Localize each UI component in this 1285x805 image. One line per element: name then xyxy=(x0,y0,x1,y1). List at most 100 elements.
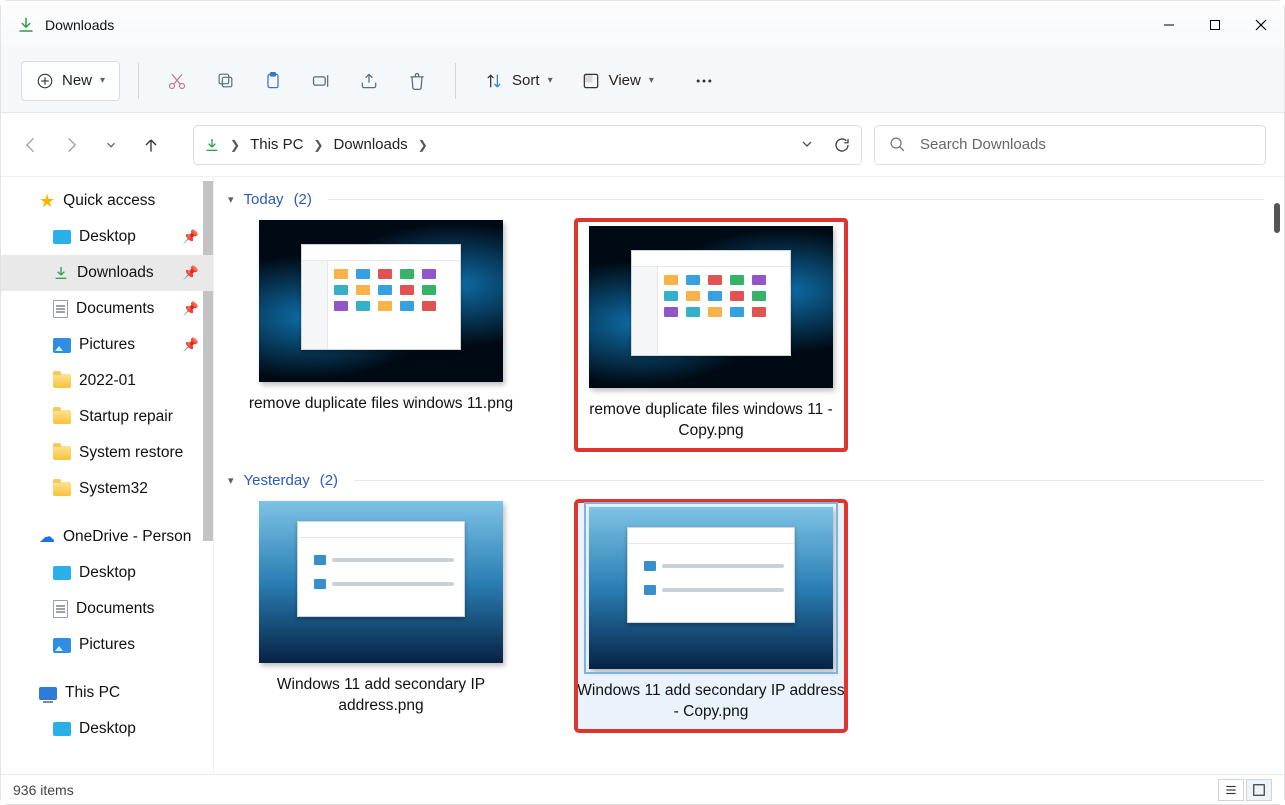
delete-button[interactable] xyxy=(397,61,437,101)
view-button[interactable]: View ▾ xyxy=(571,61,664,101)
nav-row: ❯ This PC ❯ Downloads ❯ Search Downloads xyxy=(1,113,1284,177)
search-input[interactable]: Search Downloads xyxy=(874,125,1266,165)
minimize-button[interactable] xyxy=(1146,9,1192,41)
sidebar-item-folder[interactable]: 2022-01 xyxy=(1,363,213,399)
search-icon xyxy=(889,136,906,153)
group-header-today[interactable]: ▾ Today (2) xyxy=(222,191,1284,208)
window-controls xyxy=(1146,9,1284,41)
view-icon xyxy=(581,71,601,91)
pin-icon: 📌 xyxy=(183,229,199,245)
content-scrollbar[interactable] xyxy=(1274,203,1280,233)
share-button[interactable] xyxy=(349,61,389,101)
sidebar-label: Documents xyxy=(76,300,154,318)
recent-locations-button[interactable] xyxy=(101,135,121,155)
file-item[interactable]: remove duplicate files windows 11.png xyxy=(246,220,516,450)
file-name: Windows 11 add secondary IP address - Co… xyxy=(576,681,846,723)
group-header-yesterday[interactable]: ▾ Yesterday (2) xyxy=(222,472,1284,489)
desktop-icon xyxy=(53,722,71,736)
desktop-icon xyxy=(53,566,71,580)
pin-icon: 📌 xyxy=(183,265,199,281)
sidebar-item-od-pictures[interactable]: Pictures xyxy=(1,627,213,663)
maximize-button[interactable] xyxy=(1192,9,1238,41)
sidebar-item-desktop[interactable]: Desktop📌 xyxy=(1,219,213,255)
sidebar-label: Desktop xyxy=(79,564,136,582)
refresh-button[interactable] xyxy=(833,136,851,154)
file-thumbnail xyxy=(259,501,503,663)
chevron-down-icon: ▾ xyxy=(649,75,654,86)
sidebar-label: Quick access xyxy=(63,192,155,210)
sidebar-label: Documents xyxy=(76,600,154,618)
chevron-down-icon: ▾ xyxy=(228,193,234,206)
rename-button[interactable] xyxy=(301,61,341,101)
history-dropdown[interactable] xyxy=(799,136,815,154)
sidebar-label: 2022-01 xyxy=(79,372,136,390)
ellipsis-icon xyxy=(694,71,714,91)
pin-icon: 📌 xyxy=(183,337,199,353)
file-name: remove duplicate files windows 11.png xyxy=(249,394,513,415)
file-thumbnail xyxy=(259,220,503,382)
folder-icon xyxy=(53,482,71,496)
file-item[interactable]: Windows 11 add secondary IP address - Co… xyxy=(576,501,846,731)
file-item[interactable]: Windows 11 add secondary IP address.png xyxy=(246,501,516,731)
pictures-icon xyxy=(53,638,71,653)
chevron-right-icon: ❯ xyxy=(230,138,240,152)
folder-icon xyxy=(53,446,71,460)
chevron-down-icon: ▾ xyxy=(100,75,105,86)
forward-button[interactable] xyxy=(61,135,81,155)
details-view-button[interactable] xyxy=(1218,779,1244,801)
status-bar: 936 items xyxy=(1,774,1284,804)
sidebar-item-documents[interactable]: Documents 📌 xyxy=(1,291,213,327)
sidebar-label: This PC xyxy=(65,684,120,702)
copy-button[interactable] xyxy=(205,61,245,101)
close-button[interactable] xyxy=(1238,9,1284,41)
cloud-icon: ☁ xyxy=(39,527,55,547)
sidebar-item-od-desktop[interactable]: Desktop xyxy=(1,555,213,591)
new-button[interactable]: New ▾ xyxy=(21,61,120,101)
file-thumbnail xyxy=(589,226,833,388)
back-button[interactable] xyxy=(21,135,41,155)
downloads-icon xyxy=(17,16,35,34)
group-count: (2) xyxy=(294,191,312,208)
pin-icon: 📌 xyxy=(183,301,199,317)
address-bar[interactable]: ❯ This PC ❯ Downloads ❯ xyxy=(193,125,862,165)
sidebar-item-quick-access[interactable]: ★ Quick access xyxy=(1,183,213,219)
window-title: Downloads xyxy=(45,17,114,33)
sidebar-item-folder[interactable]: System restore xyxy=(1,435,213,471)
desktop-icon xyxy=(53,230,71,244)
sidebar-item-downloads[interactable]: Downloads 📌 xyxy=(1,255,213,291)
file-name: remove duplicate files windows 11 - Copy… xyxy=(576,400,846,442)
separator xyxy=(138,63,139,99)
sidebar-item-pictures[interactable]: Pictures📌 xyxy=(1,327,213,363)
sidebar-item-folder[interactable]: Startup repair xyxy=(1,399,213,435)
sort-label: Sort xyxy=(512,72,540,89)
sort-button[interactable]: Sort ▾ xyxy=(474,61,563,101)
thumbnails-view-button[interactable] xyxy=(1246,779,1272,801)
sidebar-item-pc-desktop[interactable]: Desktop xyxy=(1,711,213,747)
command-bar: New ▾ Sort ▾ View ▾ xyxy=(1,49,1284,113)
sidebar-item-onedrive[interactable]: ☁OneDrive - Person xyxy=(1,519,213,555)
up-button[interactable] xyxy=(141,135,161,155)
paste-button[interactable] xyxy=(253,61,293,101)
sidebar-label: Downloads xyxy=(77,264,154,282)
breadcrumb-current[interactable]: Downloads xyxy=(333,136,407,153)
item-count: 936 items xyxy=(13,782,74,798)
group-label: Today xyxy=(244,191,284,208)
plus-circle-icon xyxy=(36,72,54,90)
downloads-icon xyxy=(53,265,69,281)
folder-icon xyxy=(53,410,71,424)
document-icon xyxy=(53,600,68,618)
more-button[interactable] xyxy=(684,61,724,101)
breadcrumb-root[interactable]: This PC xyxy=(250,136,303,153)
star-icon: ★ xyxy=(39,191,55,212)
file-thumbnail xyxy=(589,507,833,669)
cut-button[interactable] xyxy=(157,61,197,101)
location-icon xyxy=(204,137,220,153)
main-area: ★Quick access Desktop📌 Downloads📌 Docume… xyxy=(1,177,1284,776)
file-item[interactable]: remove duplicate files windows 11 - Copy… xyxy=(576,220,846,450)
pc-icon xyxy=(39,687,57,700)
sidebar-item-folder[interactable]: System32 xyxy=(1,471,213,507)
sidebar-item-od-documents[interactable]: Documents xyxy=(1,591,213,627)
chevron-down-icon: ▾ xyxy=(548,75,553,86)
sidebar-item-this-pc[interactable]: This PC xyxy=(1,675,213,711)
file-list-pane: ▾ Today (2) remove duplicate files windo… xyxy=(214,177,1284,776)
